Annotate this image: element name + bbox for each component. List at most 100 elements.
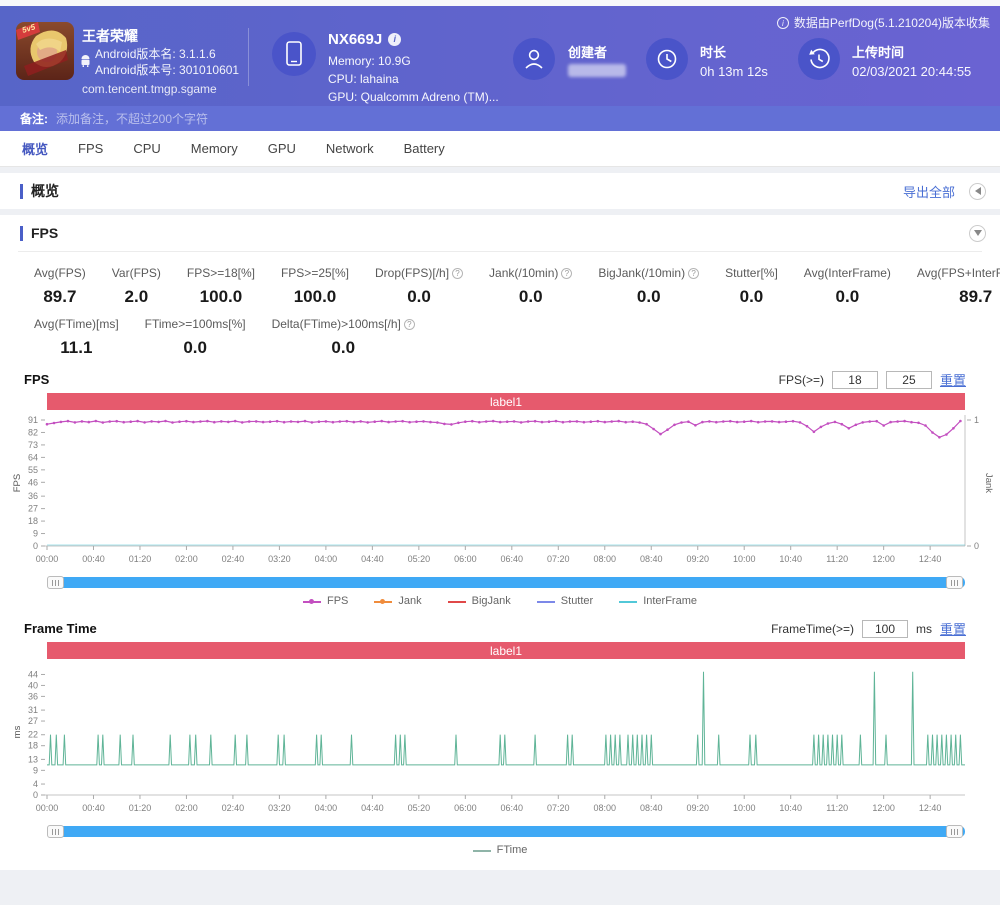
creator-icon-circle <box>513 38 555 80</box>
scrollbar-left-grip[interactable] <box>47 576 64 589</box>
device-cpu: CPU: lahaina <box>328 72 399 86</box>
svg-text:09:20: 09:20 <box>686 803 709 813</box>
svg-text:18: 18 <box>28 516 38 526</box>
svg-text:27: 27 <box>28 716 38 726</box>
svg-text:22: 22 <box>28 730 38 740</box>
overview-title: 概览 <box>31 181 59 201</box>
svg-text:ms: ms <box>12 725 23 738</box>
collapse-overview-button[interactable] <box>969 183 986 200</box>
ftime-reset-link[interactable]: 重置 <box>940 619 966 638</box>
svg-text:02:00: 02:00 <box>175 803 198 813</box>
svg-text:03:20: 03:20 <box>268 803 291 813</box>
stat-label: FTime>=100ms[%] <box>145 317 246 331</box>
stat-FPS>=18[%]: FPS>=18[%] 100.0 <box>187 266 255 307</box>
help-icon[interactable]: ? <box>561 268 572 279</box>
fps-threshold-input-2[interactable] <box>886 371 932 389</box>
stat-label: Avg(FTime)[ms] <box>34 317 119 331</box>
fps-stats-row-1: Avg(FPS)89.7Var(FPS)2.0FPS>=18[%]100.0FP… <box>0 252 1000 311</box>
legend-Stutter[interactable]: Stutter <box>537 595 593 607</box>
help-icon[interactable]: ? <box>452 268 463 279</box>
ftime-threshold-input[interactable] <box>862 620 908 638</box>
tab-Memory[interactable]: Memory <box>191 141 238 156</box>
stat-label: Delta(FTime)>100ms[/h]? <box>272 317 415 331</box>
triangle-left-icon <box>975 187 981 195</box>
stat-value: 0.0 <box>598 287 699 307</box>
tab-bar: 概览 FPS CPU Memory GPU Network Battery <box>0 131 1000 167</box>
tab-GPU[interactable]: GPU <box>268 141 296 156</box>
fps-chart-scrollbar[interactable] <box>47 576 965 589</box>
svg-text:FPS: FPS <box>12 474 23 492</box>
tab-概览[interactable]: 概览 <box>22 139 48 158</box>
svg-text:05:20: 05:20 <box>408 803 431 813</box>
stat-Avg(InterFrame): Avg(InterFrame)0.0 <box>804 266 891 307</box>
tab-Battery[interactable]: Battery <box>404 141 445 156</box>
svg-text:18: 18 <box>28 741 38 751</box>
creator-name-redacted <box>568 64 626 77</box>
stat-Delta(FTime)>100ms[/h]: Delta(FTime)>100ms[/h]?0.0 <box>272 317 415 358</box>
svg-text:00:00: 00:00 <box>36 803 59 813</box>
ftime-chart-scrollbar[interactable] <box>47 825 965 838</box>
stat-value: 0.0 <box>489 287 572 307</box>
ftime-chart-title: Frame Time <box>24 621 97 636</box>
remark-bar[interactable]: 备注: 添加备注，不超过200个字符 <box>0 106 1000 131</box>
help-icon[interactable]: ? <box>404 319 415 330</box>
scrollbar-left-grip[interactable] <box>47 825 64 838</box>
ftime-unit: ms <box>916 622 932 636</box>
help-icon[interactable]: ? <box>688 268 699 279</box>
stat-label: FPS>=18[%] <box>187 266 255 280</box>
stat-value: 100.0 <box>281 287 349 307</box>
svg-text:06:00: 06:00 <box>454 803 477 813</box>
svg-text:06:40: 06:40 <box>501 554 524 564</box>
tab-CPU[interactable]: CPU <box>133 141 160 156</box>
game-icon: 5v5 <box>16 22 74 85</box>
header-divider <box>248 28 249 86</box>
legend-BigJank[interactable]: BigJank <box>448 595 511 607</box>
device-info-icon[interactable]: i <box>388 33 401 46</box>
legend-marker <box>537 598 555 605</box>
svg-text:13: 13 <box>28 754 38 764</box>
fps-reset-link[interactable]: 重置 <box>940 370 966 389</box>
fps-chart-legend: FPS Jank BigJank Stutter InterFrame <box>0 591 1000 611</box>
stat-value: 100.0 <box>187 287 255 307</box>
fps-section-title: FPS <box>31 225 58 241</box>
svg-text:00:40: 00:40 <box>82 554 105 564</box>
collapse-fps-button[interactable] <box>969 225 986 242</box>
scrollbar-right-grip[interactable] <box>946 576 963 589</box>
scrollbar-track[interactable] <box>47 826 965 837</box>
tab-Network[interactable]: Network <box>326 141 374 156</box>
export-all-link[interactable]: 导出全部 <box>903 182 955 201</box>
stat-label: BigJank(/10min)? <box>598 266 699 280</box>
svg-text:12:00: 12:00 <box>872 554 895 564</box>
svg-text:04:00: 04:00 <box>315 803 338 813</box>
svg-text:10:40: 10:40 <box>779 803 802 813</box>
tab-FPS[interactable]: FPS <box>78 141 103 156</box>
ftime-filter: FrameTime(>=) ms 重置 <box>771 619 966 638</box>
stat-Var(FPS): Var(FPS)2.0 <box>112 266 161 307</box>
scrollbar-right-grip[interactable] <box>946 825 963 838</box>
svg-text:55: 55 <box>28 465 38 475</box>
stat-label: Stutter[%] <box>725 266 778 280</box>
clock-icon <box>653 45 681 73</box>
legend-FPS[interactable]: FPS <box>303 595 348 607</box>
svg-text:00:00: 00:00 <box>36 554 59 564</box>
svg-text:06:40: 06:40 <box>501 803 524 813</box>
legend-InterFrame[interactable]: InterFrame <box>619 595 697 607</box>
svg-text:31: 31 <box>28 705 38 715</box>
stat-value: 11.1 <box>34 338 119 358</box>
legend-marker <box>619 598 637 605</box>
fps-threshold-input-1[interactable] <box>832 371 878 389</box>
fps-card: FPS Avg(FPS)89.7Var(FPS)2.0FPS>=18[%]100… <box>0 215 1000 870</box>
svg-text:01:20: 01:20 <box>129 803 152 813</box>
legend-marker <box>448 598 466 605</box>
svg-text:0: 0 <box>33 541 38 551</box>
svg-text:91: 91 <box>28 415 38 425</box>
legend-FTime[interactable]: FTime <box>473 844 528 856</box>
stat-BigJank(/10min): BigJank(/10min)? 0.0 <box>598 266 699 307</box>
svg-text:02:00: 02:00 <box>175 554 198 564</box>
legend-Jank[interactable]: Jank <box>374 595 421 607</box>
ftime-chart[interactable]: 444036312722181394000:0000:4001:2002:000… <box>0 659 1000 825</box>
fps-chart[interactable]: 9182736455463627189010Jank00:0000:4001:2… <box>0 410 1000 576</box>
scrollbar-track[interactable] <box>47 577 965 588</box>
svg-text:02:40: 02:40 <box>222 803 245 813</box>
stat-value: 2.0 <box>112 287 161 307</box>
